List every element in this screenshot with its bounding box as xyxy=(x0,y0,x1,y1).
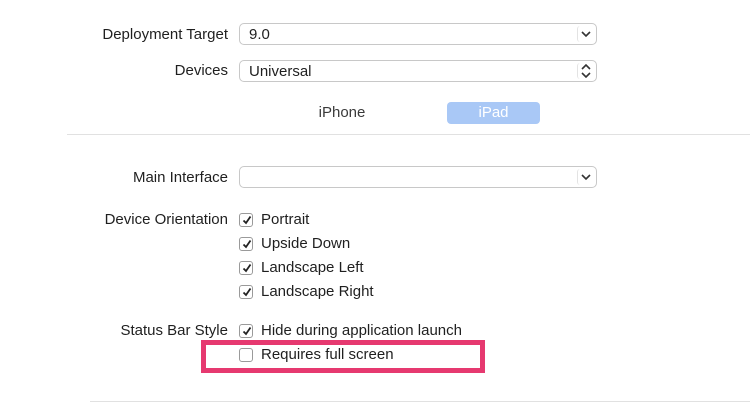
devices-label: Devices xyxy=(174,62,228,79)
bottom-divider xyxy=(90,401,750,402)
requires-full-screen-label: Requires full screen xyxy=(261,346,394,363)
deployment-target-label: Deployment Target xyxy=(102,26,228,43)
landscape-left-checkbox[interactable] xyxy=(239,261,253,275)
tab-iphone[interactable]: iPhone xyxy=(296,102,388,124)
checkmark-icon xyxy=(242,287,252,297)
main-interface-label: Main Interface xyxy=(132,169,228,186)
section-divider xyxy=(67,134,750,135)
requires-full-screen-checkbox[interactable] xyxy=(239,348,253,362)
devices-popup[interactable]: Universal xyxy=(239,60,597,82)
portrait-checkbox[interactable] xyxy=(239,213,253,227)
checkmark-icon xyxy=(242,263,252,273)
tab-ipad[interactable]: iPad xyxy=(447,102,540,124)
chevron-down-icon xyxy=(577,26,594,42)
landscape-right-label: Landscape Right xyxy=(261,283,374,300)
hide-during-launch-checkbox[interactable] xyxy=(239,324,253,338)
checkmark-icon xyxy=(242,326,252,336)
checkmark-icon xyxy=(242,239,252,249)
deployment-target-popup[interactable]: 9.0 xyxy=(239,23,597,45)
status-bar-style-label: Status Bar Style xyxy=(120,322,228,339)
chevron-updown-icon xyxy=(577,63,594,79)
main-interface-popup[interactable] xyxy=(239,166,597,188)
devices-value: Universal xyxy=(249,63,312,80)
hide-during-launch-label: Hide during application launch xyxy=(261,322,462,339)
checkmark-icon xyxy=(242,215,252,225)
landscape-right-checkbox[interactable] xyxy=(239,285,253,299)
portrait-label: Portrait xyxy=(261,211,310,228)
upside-down-label: Upside Down xyxy=(261,235,351,252)
device-orientation-label: Device Orientation xyxy=(104,211,228,228)
landscape-left-label: Landscape Left xyxy=(261,259,364,276)
deployment-target-value: 9.0 xyxy=(249,26,270,43)
chevron-down-icon xyxy=(577,169,594,185)
upside-down-checkbox[interactable] xyxy=(239,237,253,251)
